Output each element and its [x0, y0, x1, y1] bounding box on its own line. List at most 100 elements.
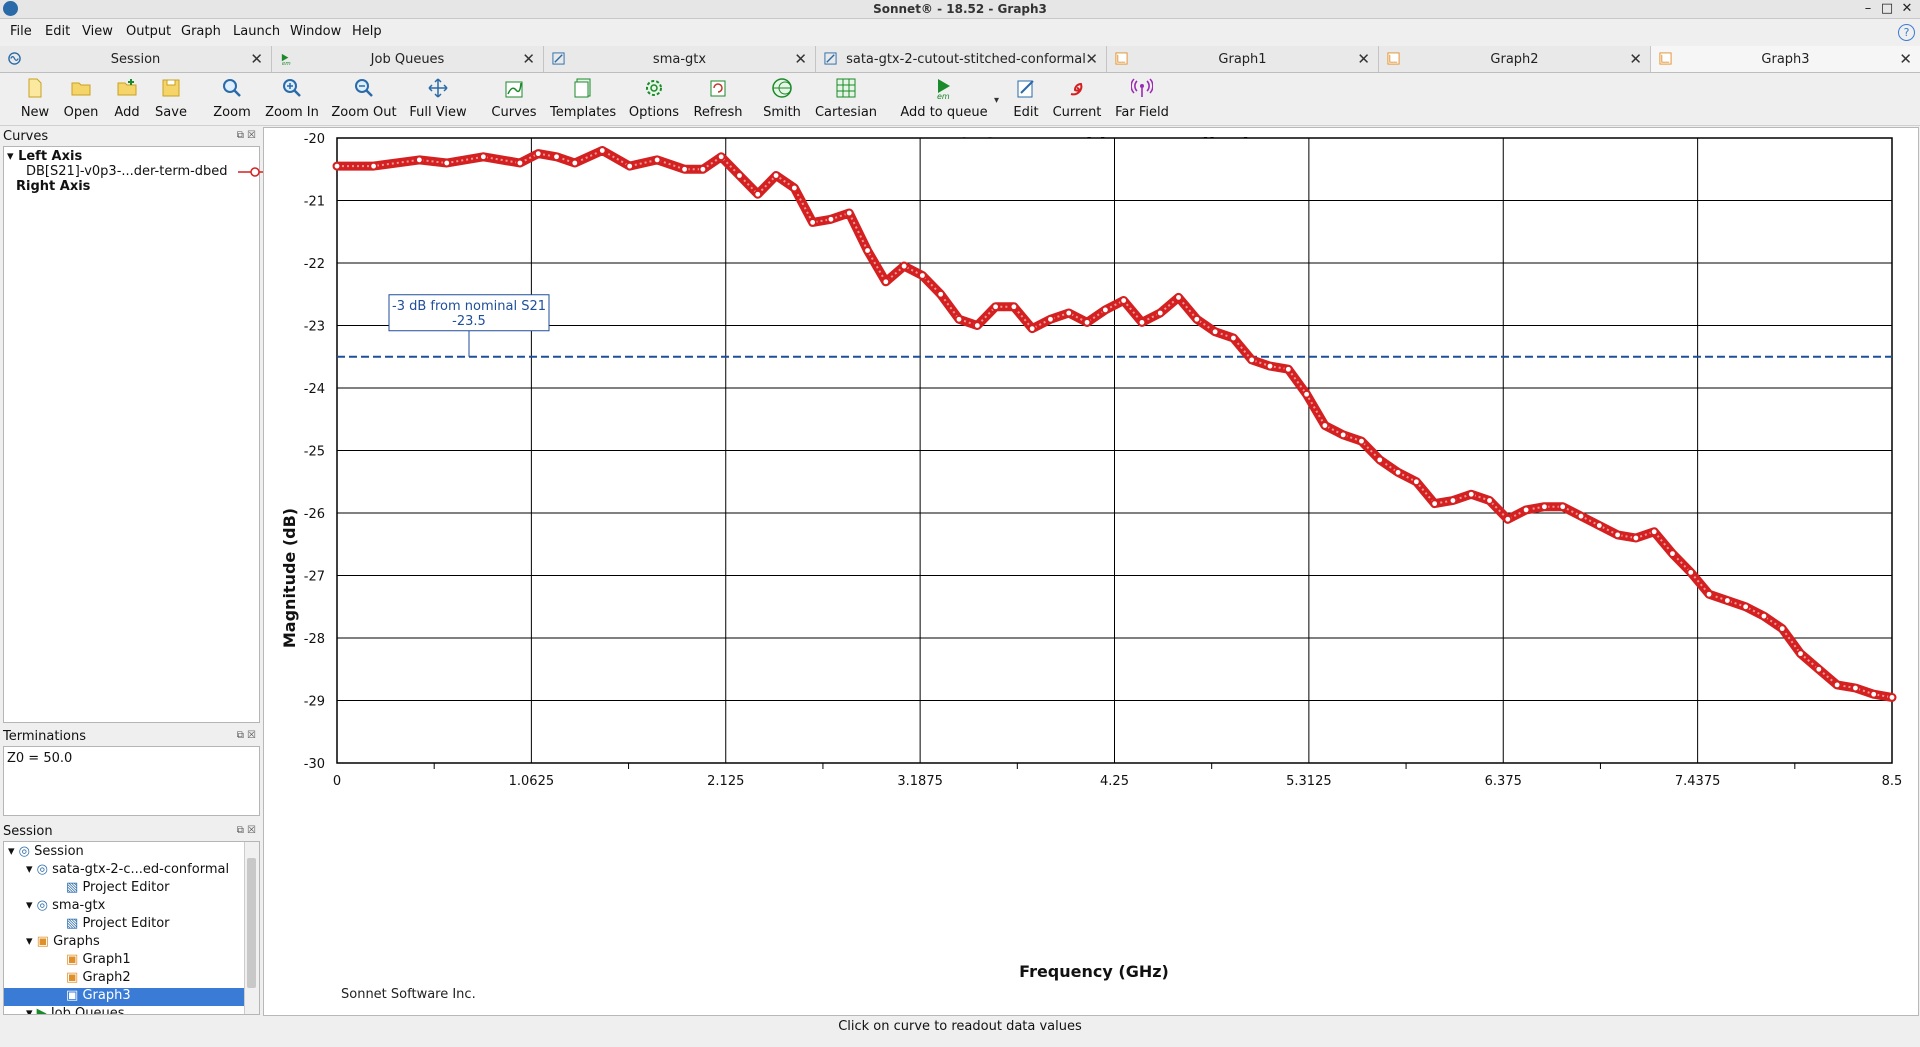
add-to-queue-label: Add to queue: [900, 105, 988, 120]
tab-sata-gtx[interactable]: sata-gtx-2-cutout-stitched-conformal ✕: [816, 46, 1107, 72]
zoom-in-label: Zoom In: [265, 105, 319, 120]
right-axis-label[interactable]: Right Axis: [16, 179, 90, 194]
scrollbar-thumb[interactable]: [247, 858, 256, 988]
tree-item-graphs[interactable]: ▾ ▣ Graphs: [26, 934, 100, 949]
curves-label: Curves: [491, 105, 537, 120]
tab-graph3[interactable]: Graph3 ✕: [1651, 46, 1920, 72]
current-spiral-icon: [1070, 82, 1083, 96]
data-point: [442, 158, 451, 167]
menu-view[interactable]: View: [82, 24, 113, 39]
tree-item-graph[interactable]: ▣ Graph1: [66, 952, 131, 967]
session-scrollbar[interactable]: [244, 842, 259, 1014]
options-button[interactable]: Options: [628, 77, 680, 120]
close-window-button[interactable]: ✕: [1897, 0, 1917, 18]
title-bar: Sonnet® - 18.52 - Graph3 – □ ✕: [0, 0, 1920, 19]
tree-item-session[interactable]: ▾ ◎ Session: [8, 844, 84, 859]
data-point: [973, 321, 982, 330]
y-tick-label: -30: [304, 757, 325, 772]
menu-graph[interactable]: Graph: [181, 24, 221, 39]
document-tabs: Session ✕ em Job Queues ✕ sma-gtx ✕ sata…: [0, 46, 1920, 73]
tab-job-queues[interactable]: em Job Queues ✕: [272, 46, 544, 72]
menu-output[interactable]: Output: [126, 24, 171, 39]
data-point: [1851, 683, 1860, 692]
data-point: [570, 158, 579, 167]
data-point: [1522, 505, 1531, 514]
curve-item[interactable]: DB[S21]-v0p3-...der-term-dbed: [26, 164, 272, 179]
panel-float-close-icons[interactable]: ⧉ ☒: [237, 130, 256, 141]
curves-panel-title: Curves: [3, 129, 49, 144]
menu-launch[interactable]: Launch: [233, 24, 280, 39]
new-button[interactable]: New: [14, 77, 56, 120]
panel-float-close-icons[interactable]: ⧉ ☒: [237, 730, 256, 741]
graph-view[interactable]: v0p3-cpwgsolder-term-dbed 01.06252.1253.…: [263, 127, 1919, 1016]
zoom-button[interactable]: Zoom: [210, 77, 254, 120]
data-point: [1467, 490, 1476, 499]
close-tab-icon[interactable]: ✕: [1085, 50, 1098, 68]
menu-bar: File Edit View Output Graph Launch Windo…: [0, 20, 1920, 44]
data-point: [808, 218, 817, 227]
close-tab-icon[interactable]: ✕: [1899, 50, 1912, 68]
tree-item-project[interactable]: ▾ ◎ sma-gtx: [26, 898, 105, 913]
data-point: [1631, 533, 1640, 542]
data-point: [1814, 665, 1823, 674]
tab-session[interactable]: Session ✕: [0, 46, 272, 72]
left-axis-node[interactable]: ▾ Left Axis: [7, 149, 82, 164]
help-icon[interactable]: ?: [1898, 24, 1915, 41]
add-to-queue-button[interactable]: em Add to queue: [900, 77, 988, 120]
close-tab-icon[interactable]: ✕: [794, 50, 807, 68]
add-label: Add: [114, 105, 140, 120]
data-point: [900, 262, 909, 271]
data-point: [1009, 302, 1018, 311]
tree-item-label: Project Editor: [82, 880, 170, 895]
y-tick-label: -22: [304, 257, 325, 272]
minimize-button[interactable]: –: [1858, 0, 1878, 18]
tree-item-project-editor[interactable]: ▧ Project Editor: [66, 916, 170, 931]
tree-item-job-queues[interactable]: ▾ ▶ Job Queues: [26, 1006, 125, 1015]
tree-item-graph-selected[interactable]: ▣ Graph3: [4, 988, 244, 1006]
data-point: [918, 271, 927, 280]
full-view-button[interactable]: Full View: [408, 77, 468, 120]
termination-value: Z0 = 50.0: [7, 751, 73, 766]
far-field-antenna-icon: [1130, 78, 1154, 97]
tab-graph2[interactable]: Graph2 ✕: [1379, 46, 1651, 72]
zoom-label: Zoom: [213, 105, 251, 120]
data-point: [1229, 334, 1238, 343]
tree-item-project-editor[interactable]: ▧ Project Editor: [66, 880, 170, 895]
cartesian-button[interactable]: Cartesian: [814, 77, 878, 120]
terminations-panel: Z0 = 50.0: [3, 746, 260, 816]
y-tick-label: -26: [304, 507, 325, 522]
tree-item-graph[interactable]: ▣ Graph2: [66, 970, 131, 985]
close-tab-icon[interactable]: ✕: [522, 50, 535, 68]
zoom-out-button[interactable]: Zoom Out: [330, 77, 398, 120]
tab-sma-gtx[interactable]: sma-gtx ✕: [544, 46, 816, 72]
panel-float-close-icons[interactable]: ⧉ ☒: [237, 825, 256, 836]
tab-graph1[interactable]: Graph1 ✕: [1107, 46, 1379, 72]
menu-file[interactable]: File: [10, 24, 32, 39]
edit-button[interactable]: Edit: [1010, 77, 1042, 120]
add-button[interactable]: Add: [106, 77, 148, 120]
templates-button[interactable]: Templates: [550, 77, 616, 120]
expand-arrow-icon[interactable]: ▾: [7, 149, 14, 164]
menu-help[interactable]: Help: [352, 24, 382, 39]
data-point: [1705, 590, 1714, 599]
save-button[interactable]: Save: [150, 77, 192, 120]
open-button[interactable]: Open: [60, 77, 102, 120]
x-tick-label: 6.375: [1485, 774, 1522, 789]
zoom-in-button[interactable]: Zoom In: [264, 77, 320, 120]
chart-canvas[interactable]: v0p3-cpwgsolder-term-dbed 01.06252.1253.…: [264, 128, 1918, 1015]
refresh-button[interactable]: Refresh: [692, 77, 744, 120]
close-tab-icon[interactable]: ✕: [1629, 50, 1642, 68]
queue-dropdown-arrow-icon[interactable]: ▾: [994, 95, 999, 106]
close-tab-icon[interactable]: ✕: [250, 50, 263, 68]
smith-button[interactable]: Smith: [760, 77, 804, 120]
gear-icon: [646, 80, 662, 96]
close-tab-icon[interactable]: ✕: [1357, 50, 1370, 68]
tree-item-project[interactable]: ▾ ◎ sata-gtx-2-c...ed-conformal: [26, 862, 229, 877]
maximize-button[interactable]: □: [1877, 0, 1897, 18]
far-field-button[interactable]: Far Field: [1114, 77, 1170, 120]
menu-edit[interactable]: Edit: [45, 24, 70, 39]
menu-window[interactable]: Window: [290, 24, 341, 39]
curves-button[interactable]: Curves: [490, 77, 538, 120]
tree-item-label: Job Queues: [50, 1006, 125, 1015]
current-button[interactable]: Current: [1052, 77, 1102, 120]
